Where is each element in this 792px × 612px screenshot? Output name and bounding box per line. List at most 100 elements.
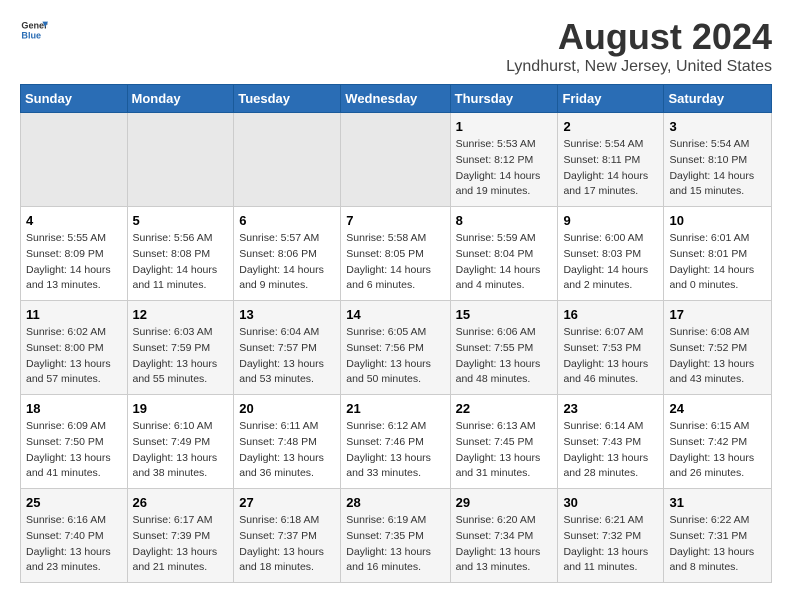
- day-number: 31: [669, 495, 766, 510]
- day-number: 13: [239, 307, 335, 322]
- calendar-cell: 16 Sunrise: 6:07 AMSunset: 7:53 PMDayligh…: [558, 301, 664, 395]
- day-info: Sunrise: 6:22 AMSunset: 7:31 PMDaylight:…: [669, 513, 766, 576]
- calendar-cell: [341, 113, 450, 207]
- calendar-cell: 13 Sunrise: 6:04 AMSunset: 7:57 PMDayligh…: [234, 301, 341, 395]
- day-header-tuesday: Tuesday: [234, 85, 341, 113]
- day-number: 12: [133, 307, 229, 322]
- svg-text:Blue: Blue: [21, 30, 41, 40]
- calendar-table: SundayMondayTuesdayWednesdayThursdayFrid…: [20, 84, 772, 583]
- calendar-cell: 31 Sunrise: 6:22 AMSunset: 7:31 PMDayligh…: [664, 489, 772, 583]
- calendar-cell: 4 Sunrise: 5:55 AMSunset: 8:09 PMDaylight…: [21, 207, 128, 301]
- day-number: 9: [563, 213, 658, 228]
- day-number: 16: [563, 307, 658, 322]
- day-number: 24: [669, 401, 766, 416]
- day-info: Sunrise: 6:07 AMSunset: 7:53 PMDaylight:…: [563, 325, 658, 388]
- day-info: Sunrise: 6:09 AMSunset: 7:50 PMDaylight:…: [26, 419, 122, 482]
- day-header-saturday: Saturday: [664, 85, 772, 113]
- calendar-cell: 2Sunrise: 5:54 AMSunset: 8:11 PMDaylight…: [558, 113, 664, 207]
- calendar-cell: 26 Sunrise: 6:17 AMSunset: 7:39 PMDayligh…: [127, 489, 234, 583]
- day-info: Sunrise: 5:53 AMSunset: 8:12 PMDaylight:…: [456, 137, 553, 200]
- day-info: Sunrise: 6:10 AMSunset: 7:49 PMDaylight:…: [133, 419, 229, 482]
- title-area: August 2024 Lyndhurst, New Jersey, Unite…: [506, 16, 772, 76]
- day-number: 29: [456, 495, 553, 510]
- day-number: 4: [26, 213, 122, 228]
- calendar-cell: 8 Sunrise: 5:59 AMSunset: 8:04 PMDaylight…: [450, 207, 558, 301]
- day-number: 8: [456, 213, 553, 228]
- day-info: Sunrise: 6:20 AMSunset: 7:34 PMDaylight:…: [456, 513, 553, 576]
- day-number: 22: [456, 401, 553, 416]
- week-row-5: 25 Sunrise: 6:16 AMSunset: 7:40 PMDayligh…: [21, 489, 772, 583]
- day-info: Sunrise: 6:17 AMSunset: 7:39 PMDaylight:…: [133, 513, 229, 576]
- day-info: Sunrise: 6:05 AMSunset: 7:56 PMDaylight:…: [346, 325, 444, 388]
- calendar-cell: 9 Sunrise: 6:00 AMSunset: 8:03 PMDaylight…: [558, 207, 664, 301]
- day-info: Sunrise: 5:59 AMSunset: 8:04 PMDaylight:…: [456, 231, 553, 294]
- day-info: Sunrise: 6:21 AMSunset: 7:32 PMDaylight:…: [563, 513, 658, 576]
- calendar-cell: 10 Sunrise: 6:01 AMSunset: 8:01 PMDayligh…: [664, 207, 772, 301]
- day-number: 17: [669, 307, 766, 322]
- day-number: 7: [346, 213, 444, 228]
- day-info: Sunrise: 6:13 AMSunset: 7:45 PMDaylight:…: [456, 419, 553, 482]
- day-info: Sunrise: 5:55 AMSunset: 8:09 PMDaylight:…: [26, 231, 122, 294]
- calendar-cell: 28 Sunrise: 6:19 AMSunset: 7:35 PMDayligh…: [341, 489, 450, 583]
- calendar-cell: 1 Sunrise: 5:53 AMSunset: 8:12 PMDaylight…: [450, 113, 558, 207]
- days-of-week-row: SundayMondayTuesdayWednesdayThursdayFrid…: [21, 85, 772, 113]
- day-number: 15: [456, 307, 553, 322]
- day-info: Sunrise: 6:03 AMSunset: 7:59 PMDaylight:…: [133, 325, 229, 388]
- subtitle: Lyndhurst, New Jersey, United States: [506, 58, 772, 76]
- day-header-friday: Friday: [558, 85, 664, 113]
- calendar-cell: 6 Sunrise: 5:57 AMSunset: 8:06 PMDaylight…: [234, 207, 341, 301]
- day-info: Sunrise: 5:58 AMSunset: 8:05 PMDaylight:…: [346, 231, 444, 294]
- calendar-cell: [234, 113, 341, 207]
- day-info: Sunrise: 6:00 AMSunset: 8:03 PMDaylight:…: [563, 231, 658, 294]
- calendar-cell: 25 Sunrise: 6:16 AMSunset: 7:40 PMDayligh…: [21, 489, 128, 583]
- day-header-thursday: Thursday: [450, 85, 558, 113]
- week-row-2: 4 Sunrise: 5:55 AMSunset: 8:09 PMDaylight…: [21, 207, 772, 301]
- calendar-cell: [127, 113, 234, 207]
- week-row-4: 18 Sunrise: 6:09 AMSunset: 7:50 PMDayligh…: [21, 395, 772, 489]
- day-number: 1: [456, 119, 553, 134]
- calendar-cell: 12 Sunrise: 6:03 AMSunset: 7:59 PMDayligh…: [127, 301, 234, 395]
- day-header-sunday: Sunday: [21, 85, 128, 113]
- calendar-cell: 29 Sunrise: 6:20 AMSunset: 7:34 PMDayligh…: [450, 489, 558, 583]
- day-number: 28: [346, 495, 444, 510]
- calendar-cell: 7 Sunrise: 5:58 AMSunset: 8:05 PMDaylight…: [341, 207, 450, 301]
- calendar-cell: 15 Sunrise: 6:06 AMSunset: 7:55 PMDayligh…: [450, 301, 558, 395]
- day-number: 25: [26, 495, 122, 510]
- day-info: Sunrise: 5:57 AMSunset: 8:06 PMDaylight:…: [239, 231, 335, 294]
- day-number: 10: [669, 213, 766, 228]
- calendar-cell: [21, 113, 128, 207]
- day-info: Sunrise: 6:06 AMSunset: 7:55 PMDaylight:…: [456, 325, 553, 388]
- main-title: August 2024: [506, 16, 772, 58]
- calendar-cell: 24 Sunrise: 6:15 AMSunset: 7:42 PMDayligh…: [664, 395, 772, 489]
- day-header-wednesday: Wednesday: [341, 85, 450, 113]
- day-number: 18: [26, 401, 122, 416]
- page-header: General Blue August 2024 Lyndhurst, New …: [20, 16, 772, 76]
- calendar-cell: 20Sunrise: 6:11 AMSunset: 7:48 PMDayligh…: [234, 395, 341, 489]
- day-info: Sunrise: 6:18 AMSunset: 7:37 PMDaylight:…: [239, 513, 335, 576]
- calendar-cell: 18 Sunrise: 6:09 AMSunset: 7:50 PMDayligh…: [21, 395, 128, 489]
- day-info: Sunrise: 6:08 AMSunset: 7:52 PMDaylight:…: [669, 325, 766, 388]
- day-info: Sunrise: 6:16 AMSunset: 7:40 PMDaylight:…: [26, 513, 122, 576]
- calendar-cell: 5Sunrise: 5:56 AMSunset: 8:08 PMDaylight…: [127, 207, 234, 301]
- day-info: Sunrise: 6:15 AMSunset: 7:42 PMDaylight:…: [669, 419, 766, 482]
- day-info: Sunrise: 6:04 AMSunset: 7:57 PMDaylight:…: [239, 325, 335, 388]
- calendar-cell: 22 Sunrise: 6:13 AMSunset: 7:45 PMDayligh…: [450, 395, 558, 489]
- calendar-header: SundayMondayTuesdayWednesdayThursdayFrid…: [21, 85, 772, 113]
- calendar-cell: 19Sunrise: 6:10 AMSunset: 7:49 PMDayligh…: [127, 395, 234, 489]
- day-number: 27: [239, 495, 335, 510]
- day-info: Sunrise: 6:14 AMSunset: 7:43 PMDaylight:…: [563, 419, 658, 482]
- day-number: 26: [133, 495, 229, 510]
- day-number: 3: [669, 119, 766, 134]
- day-header-monday: Monday: [127, 85, 234, 113]
- day-number: 5: [133, 213, 229, 228]
- calendar-cell: 17 Sunrise: 6:08 AMSunset: 7:52 PMDayligh…: [664, 301, 772, 395]
- day-info: Sunrise: 5:54 AMSunset: 8:11 PMDaylight:…: [563, 137, 658, 200]
- day-info: Sunrise: 6:01 AMSunset: 8:01 PMDaylight:…: [669, 231, 766, 294]
- day-number: 6: [239, 213, 335, 228]
- day-number: 23: [563, 401, 658, 416]
- calendar-cell: 23 Sunrise: 6:14 AMSunset: 7:43 PMDayligh…: [558, 395, 664, 489]
- logo-icon: General Blue: [20, 16, 48, 44]
- day-info: Sunrise: 6:19 AMSunset: 7:35 PMDaylight:…: [346, 513, 444, 576]
- day-info: Sunrise: 6:12 AMSunset: 7:46 PMDaylight:…: [346, 419, 444, 482]
- day-info: Sunrise: 5:54 AMSunset: 8:10 PMDaylight:…: [669, 137, 766, 200]
